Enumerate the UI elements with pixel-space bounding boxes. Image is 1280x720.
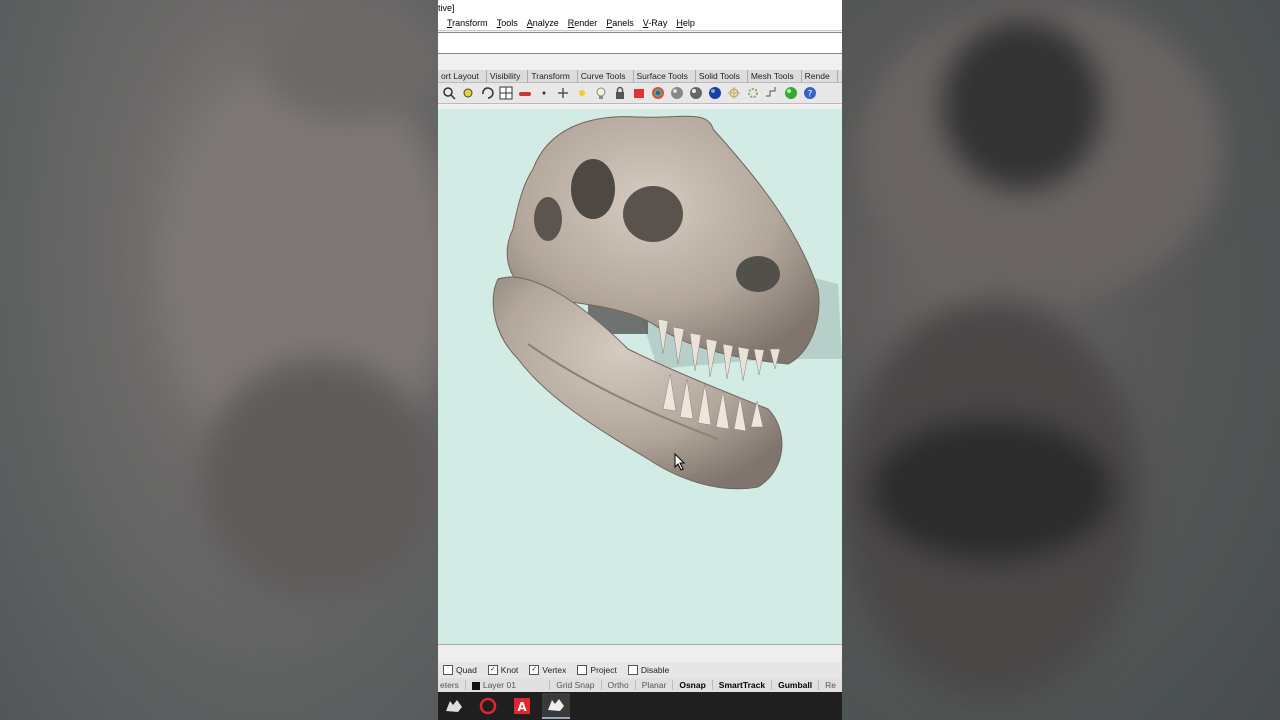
checkbox-disable[interactable] [627, 665, 638, 675]
osnap-quad[interactable]: Quad [443, 665, 477, 675]
checkbox-project[interactable] [577, 665, 588, 675]
svg-text:A: A [517, 700, 527, 714]
color-wheel-icon[interactable] [650, 85, 666, 101]
zoom-extents-icon[interactable] [460, 85, 476, 101]
planar-toggle[interactable]: Planar [634, 680, 673, 690]
perspective-viewport[interactable] [438, 109, 842, 644]
blurred-background-right [842, 0, 1280, 720]
tab-viewport-layout[interactable]: ort Layout [438, 70, 487, 82]
menu-analyze[interactable]: Analyze [527, 16, 559, 30]
bulb-icon[interactable] [593, 85, 609, 101]
menu-help[interactable]: Help [676, 16, 695, 30]
osnap-vertex[interactable]: ✓ Vertex [529, 665, 566, 675]
smarttrack-toggle[interactable]: SmartTrack [711, 680, 771, 690]
tab-render[interactable]: Rende [802, 70, 838, 82]
lock-icon[interactable] [612, 85, 628, 101]
mouse-cursor-icon [674, 453, 686, 471]
svg-text:?: ? [808, 90, 813, 100]
layer-color-swatch [471, 681, 480, 690]
viewport-tabs-area [438, 644, 842, 663]
spacer [438, 54, 842, 70]
taskbar: A [438, 692, 842, 720]
snap-grid-icon[interactable] [764, 85, 780, 101]
osnap-bar: Quad ✓ Knot ✓ Vertex Project Disable [438, 662, 842, 678]
blurred-background-left [0, 0, 438, 720]
rotate-view-icon[interactable] [479, 85, 495, 101]
tab-visibility[interactable]: Visibility [487, 70, 529, 82]
point-icon[interactable] [536, 85, 552, 101]
material-icon[interactable] [631, 85, 647, 101]
rhino-window: tive] Transform Tools Analyze Render Pan… [438, 0, 842, 720]
opera-icon[interactable] [474, 694, 502, 718]
status-bar: eters Layer 01 Grid Snap Ortho Planar Os… [438, 678, 842, 692]
checkbox-vertex[interactable]: ✓ [529, 665, 540, 675]
tab-curve-tools[interactable]: Curve Tools [578, 70, 634, 82]
checkbox-knot[interactable]: ✓ [487, 665, 498, 675]
light-icon[interactable] [574, 85, 590, 101]
menu-bar: Transform Tools Analyze Render Panels V-… [438, 16, 842, 31]
pan-icon[interactable] [555, 85, 571, 101]
menu-tools[interactable]: Tools [497, 16, 518, 30]
tab-mesh-tools[interactable]: Mesh Tools [748, 70, 802, 82]
command-area[interactable] [438, 32, 842, 54]
menu-panels[interactable]: Panels [606, 16, 634, 30]
tab-transform[interactable]: Transform [528, 70, 578, 82]
shaded-sphere-icon[interactable] [669, 85, 685, 101]
units-readout: eters [440, 680, 459, 690]
autocad-icon[interactable]: A [508, 694, 536, 718]
osnap-disable[interactable]: Disable [627, 665, 669, 675]
menu-render[interactable]: Render [568, 16, 598, 30]
window-title: tive] [438, 0, 842, 16]
rhino-icon[interactable] [440, 694, 468, 718]
gear-icon[interactable] [745, 85, 761, 101]
toolbar-tabs: ort Layout Visibility Transform Curve To… [438, 70, 842, 83]
osnap-knot[interactable]: ✓ Knot [487, 665, 518, 675]
rhino-active-icon[interactable] [542, 693, 570, 719]
car-icon[interactable] [517, 85, 533, 101]
osnap-toggle[interactable]: Osnap [672, 680, 711, 690]
render-spark-icon[interactable] [726, 85, 742, 101]
tab-surface-tools[interactable]: Surface Tools [634, 70, 696, 82]
grid-snap-toggle[interactable]: Grid Snap [549, 680, 600, 690]
main-toolbar: ? [438, 83, 842, 104]
osnap-project[interactable]: Project [577, 665, 617, 675]
gumball-toggle[interactable]: Gumball [771, 680, 818, 690]
checkbox-quad[interactable] [443, 665, 453, 675]
menu-transform[interactable]: Transform [447, 16, 488, 30]
green-sphere-icon[interactable] [783, 85, 799, 101]
trex-skull-model [492, 115, 842, 490]
menu-vray[interactable]: V-Ray [643, 16, 668, 30]
record-history-toggle[interactable]: Re [818, 680, 842, 690]
four-viewports-icon[interactable] [498, 85, 514, 101]
blue-sphere-icon[interactable] [707, 85, 723, 101]
ortho-toggle[interactable]: Ortho [600, 680, 635, 690]
zoom-window-icon[interactable] [441, 85, 457, 101]
tab-solid-tools[interactable]: Solid Tools [696, 70, 748, 82]
rendered-sphere-icon[interactable] [688, 85, 704, 101]
help-icon[interactable]: ? [802, 85, 818, 101]
layer-pane[interactable]: Layer 01 [464, 680, 549, 690]
